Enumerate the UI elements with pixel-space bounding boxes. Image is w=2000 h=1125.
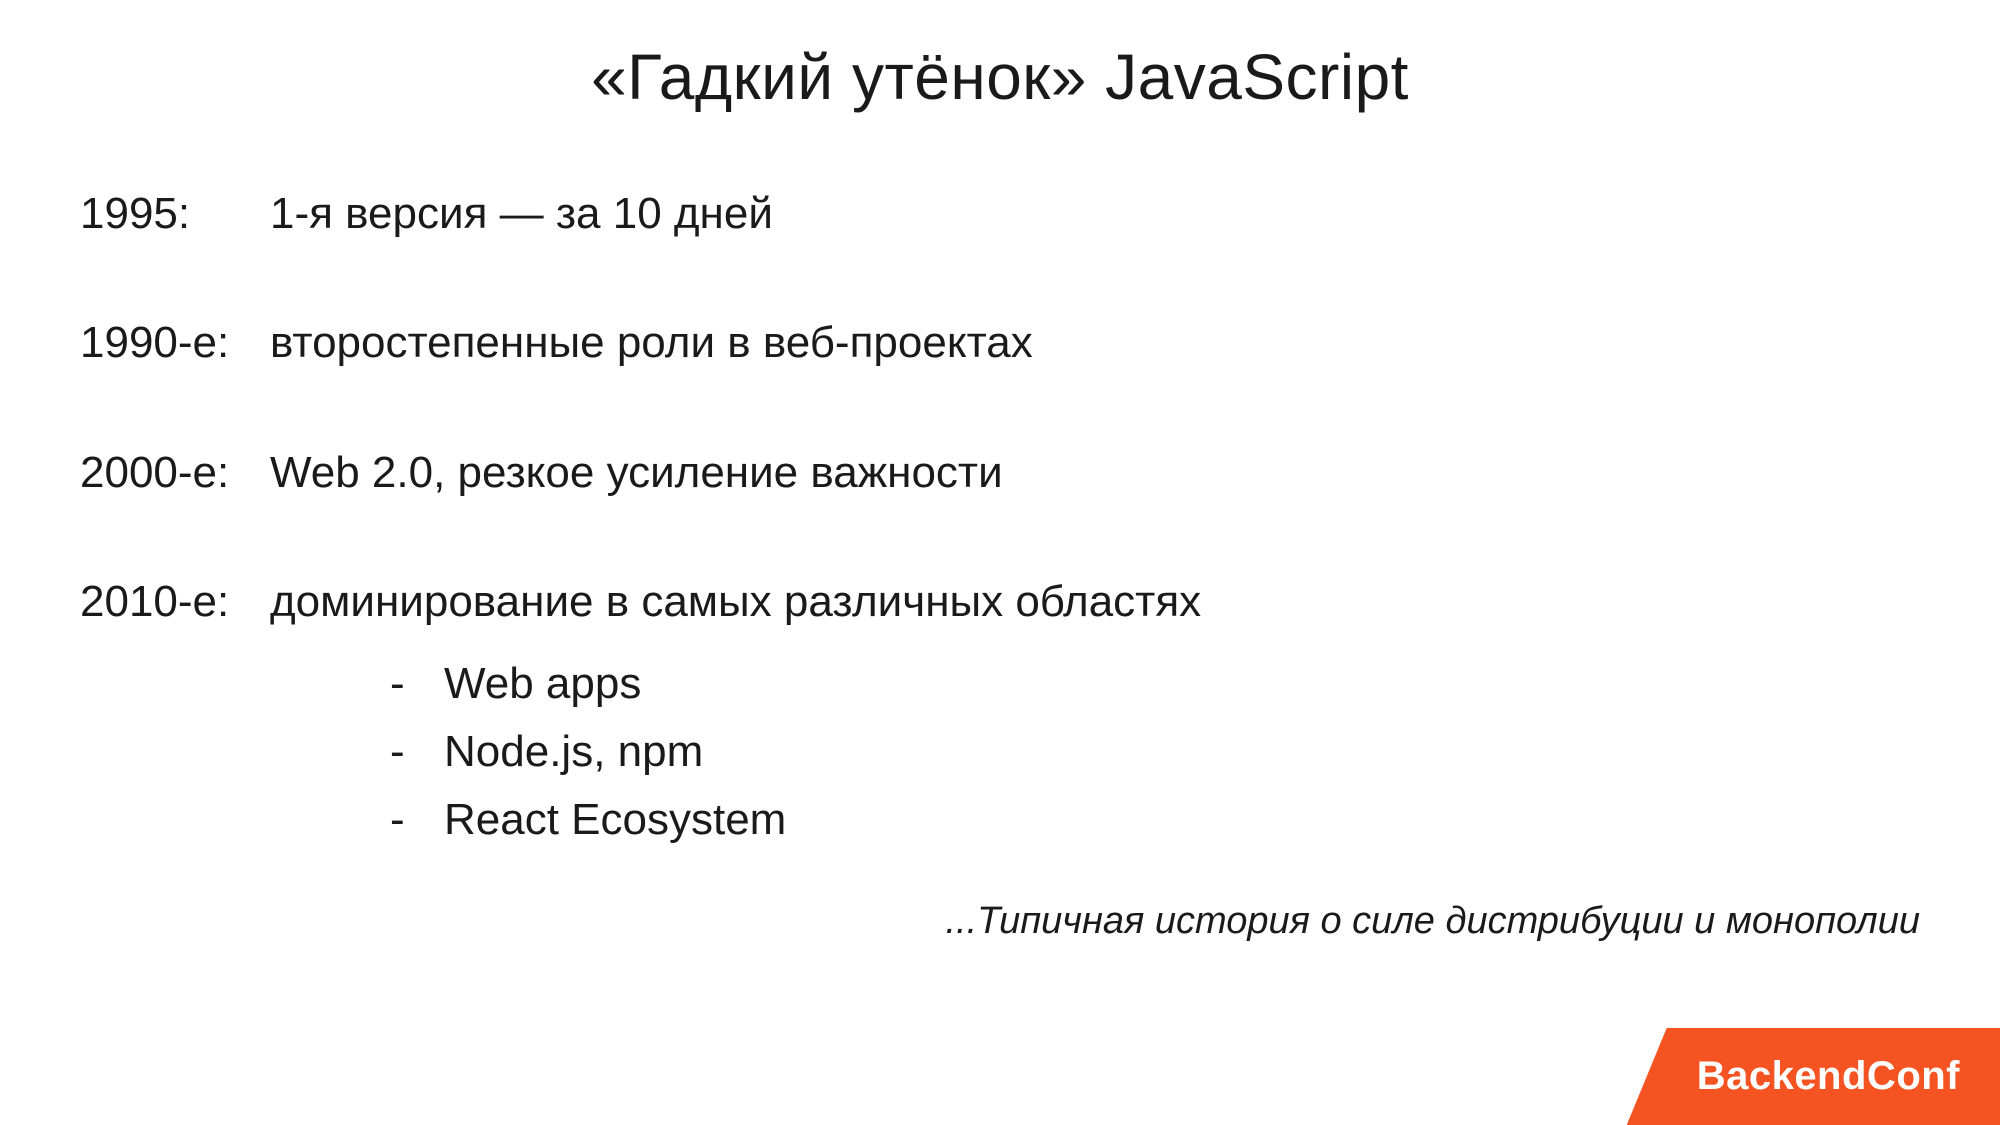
timeline-rows: 1995: 1-я версия — за 10 дней 1990-е: вт… xyxy=(80,184,1920,854)
timeline-desc: Web 2.0, резкое усиление важности xyxy=(270,443,1920,502)
list-item-text: React Ecosystem xyxy=(444,786,786,854)
timeline-year: 1990-е: xyxy=(80,313,270,372)
timeline-desc-block: 1-я версия — за 10 дней xyxy=(270,184,1920,243)
timeline-desc: доминирование в самых различных областях xyxy=(270,572,1920,631)
timeline-row: 1990-е: второстепенные роли в веб-проект… xyxy=(80,313,1920,372)
timeline-desc-block: Web 2.0, резкое усиление важности xyxy=(270,443,1920,502)
timeline-desc-block: второстепенные роли в веб-проектах xyxy=(270,313,1920,372)
timeline-year: 1995: xyxy=(80,184,270,243)
footnote: ...Типичная история о силе дистрибуции и… xyxy=(946,900,1921,943)
list-item: - Node.js, npm xyxy=(390,718,1920,786)
timeline-row: 2010-е: доминирование в самых различных … xyxy=(80,572,1920,854)
slide-title: «Гадкий утёнок» JavaScript xyxy=(80,40,1920,114)
timeline-row: 1995: 1-я версия — за 10 дней xyxy=(80,184,1920,243)
timeline-desc: 1-я версия — за 10 дней xyxy=(270,184,1920,243)
dash-icon: - xyxy=(390,718,408,786)
list-item-text: Web apps xyxy=(444,650,641,718)
slide: «Гадкий утёнок» JavaScript 1995: 1-я вер… xyxy=(0,0,2000,1125)
timeline-desc-block: доминирование в самых различных областях… xyxy=(270,572,1920,854)
timeline-year: 2010-е: xyxy=(80,572,270,631)
timeline-year: 2000-е: xyxy=(80,443,270,502)
dash-icon: - xyxy=(390,786,408,854)
timeline-row: 2000-е: Web 2.0, резкое усиление важност… xyxy=(80,443,1920,502)
dash-icon: - xyxy=(390,650,408,718)
timeline-sublist: - Web apps - Node.js, npm - React Ecosys… xyxy=(270,650,1920,855)
list-item: - Web apps xyxy=(390,650,1920,718)
timeline-desc: второстепенные роли в веб-проектах xyxy=(270,313,1920,372)
conference-badge: BackendConf xyxy=(1627,1028,2000,1125)
list-item-text: Node.js, npm xyxy=(444,718,703,786)
list-item: - React Ecosystem xyxy=(390,786,1920,854)
